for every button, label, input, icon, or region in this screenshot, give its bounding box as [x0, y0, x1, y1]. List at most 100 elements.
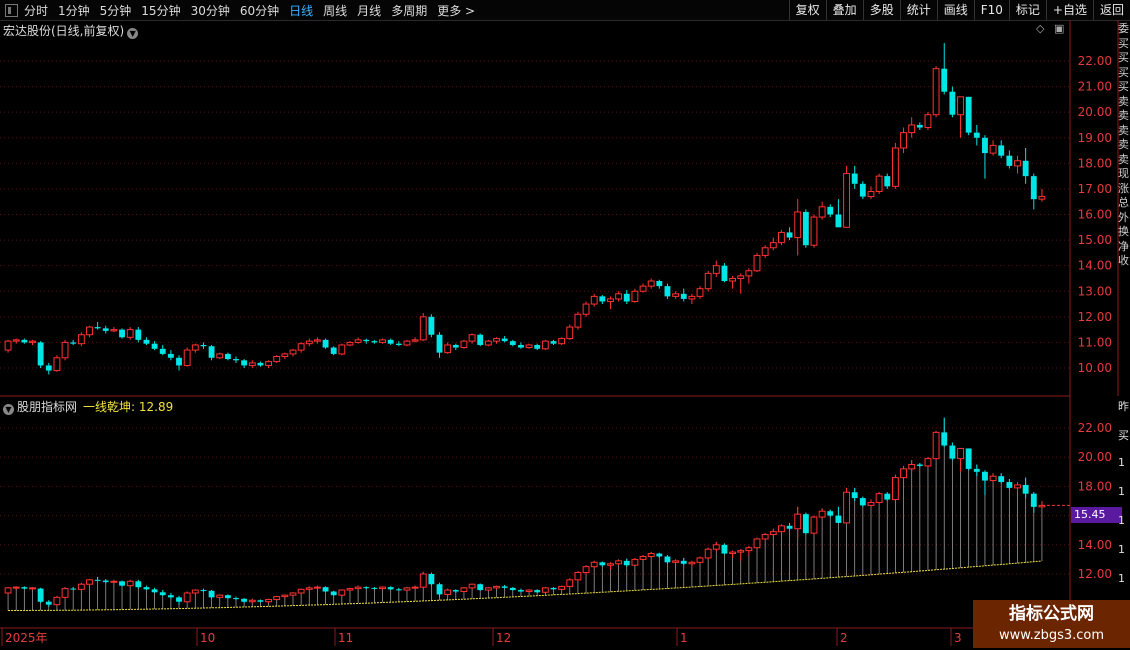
- candle-body: [45, 365, 52, 371]
- x-axis-label: 11: [338, 631, 353, 645]
- indicator-candle-body: [607, 563, 614, 566]
- indicator-candle-body: [810, 516, 818, 534]
- chevron-down-icon[interactable]: ▼: [3, 404, 14, 415]
- candle-body: [411, 339, 419, 342]
- candle-body: [313, 339, 321, 342]
- candle-body: [346, 341, 354, 346]
- candle-body: [558, 338, 566, 345]
- candle-body: [916, 124, 923, 128]
- candle-body: [615, 293, 623, 300]
- candle-body: [688, 295, 696, 300]
- indicator-candle-body: [534, 590, 541, 593]
- indicator-candle-body: [1014, 484, 1021, 489]
- indicator-candle-body: [1006, 482, 1013, 488]
- indicator-candle-body: [167, 595, 174, 598]
- indicator-candle-body: [623, 560, 630, 566]
- indicator-candle-body: [248, 599, 256, 603]
- quote-label: 1: [1118, 485, 1125, 498]
- candle-body: [167, 353, 174, 358]
- indicator-candle-body: [745, 547, 753, 552]
- indicator-candle-body: [493, 585, 500, 589]
- indicator-candle-body: [53, 596, 61, 606]
- candle-body: [1038, 196, 1046, 200]
- indicator-candle-body: [1030, 493, 1037, 507]
- candle-body: [541, 340, 549, 350]
- indicator-candle-body: [12, 586, 20, 589]
- candle-body: [753, 254, 761, 272]
- candle-body: [281, 353, 289, 357]
- indicator-candle-body: [932, 431, 940, 460]
- indicator-candle-body: [159, 592, 166, 596]
- quote-label: 买: [1118, 65, 1129, 79]
- indicator-candle-body: [305, 587, 313, 590]
- indicator-candle-body: [924, 458, 932, 467]
- indicator-candle-body: [86, 579, 93, 585]
- candle-body: [1006, 155, 1013, 166]
- quote-label: 卖: [1118, 152, 1129, 166]
- candle-body: [818, 206, 826, 218]
- indicator-candle-body: [729, 551, 737, 555]
- candle-body: [395, 343, 402, 345]
- quote-label: 卖: [1118, 94, 1129, 108]
- candle-body: [61, 341, 69, 359]
- candle-body: [810, 216, 818, 246]
- y-axis-label: 15.00: [1078, 233, 1112, 247]
- y-axis-label: 22.00: [1078, 421, 1112, 435]
- candle-body: [452, 344, 459, 348]
- quote-label: 外: [1118, 210, 1129, 224]
- y-axis-label: 14.00: [1078, 259, 1112, 273]
- indicator-candle-body: [696, 557, 704, 563]
- candle-body: [110, 329, 118, 332]
- candle-body: [900, 132, 907, 149]
- indicator-candle-body: [419, 573, 427, 588]
- indicator-candle-body: [289, 592, 297, 596]
- candle-body: [354, 339, 362, 343]
- candle-body: [973, 132, 980, 138]
- candle-body: [631, 290, 639, 302]
- candle-body: [607, 298, 614, 302]
- indicator-candle-body: [501, 586, 508, 588]
- indicator-candle-body: [354, 586, 362, 590]
- candle-body: [957, 96, 964, 116]
- indicator-candle-body: [867, 501, 875, 506]
- candle-body: [159, 348, 166, 354]
- candle-body: [460, 340, 468, 349]
- y-axis-label: 16.00: [1078, 208, 1112, 222]
- watermark: 指标公式网 www.zbgs3.com: [973, 600, 1130, 648]
- candle-body: [305, 340, 313, 345]
- indicator-candle-body: [818, 510, 826, 518]
- y-axis-label: 12.00: [1078, 310, 1112, 324]
- indicator-candle-body: [541, 587, 549, 593]
- candle-body: [777, 231, 785, 244]
- x-axis-label: 2: [840, 631, 848, 645]
- indicator-candle-body: [241, 598, 248, 602]
- indicator-candle-body: [257, 600, 264, 602]
- indicator-candle-body: [753, 538, 761, 549]
- quote-label: 总: [1118, 196, 1129, 209]
- y-axis-label: 21.00: [1078, 80, 1112, 94]
- candle-body: [794, 211, 802, 239]
- candle-body: [224, 353, 231, 360]
- candle-body: [151, 343, 158, 349]
- indicator-candle-body: [973, 468, 980, 472]
- candle-body: [843, 173, 850, 228]
- indicator-candle-body: [135, 581, 142, 588]
- indicator-candle-body: [916, 464, 923, 466]
- candle-body: [419, 316, 427, 341]
- candle-body: [208, 346, 215, 358]
- candle-body: [932, 68, 940, 116]
- indicator-candle-body: [363, 587, 370, 589]
- indicator-candle-body: [875, 493, 883, 503]
- indicator-candle-body: [94, 579, 101, 581]
- indicator-candle-body: [631, 558, 639, 566]
- candle-body: [884, 176, 891, 187]
- candle-body: [696, 288, 704, 297]
- candle-body: [428, 316, 435, 335]
- candle-body: [468, 334, 476, 342]
- indicator-name: 一线乾坤: [83, 400, 132, 414]
- indicator-candle-body: [949, 445, 956, 459]
- indicator-candle-body: [224, 595, 231, 599]
- candle-body: [1022, 160, 1029, 177]
- indicator-candle-body: [37, 588, 44, 602]
- indicator-candle-body: [957, 447, 964, 460]
